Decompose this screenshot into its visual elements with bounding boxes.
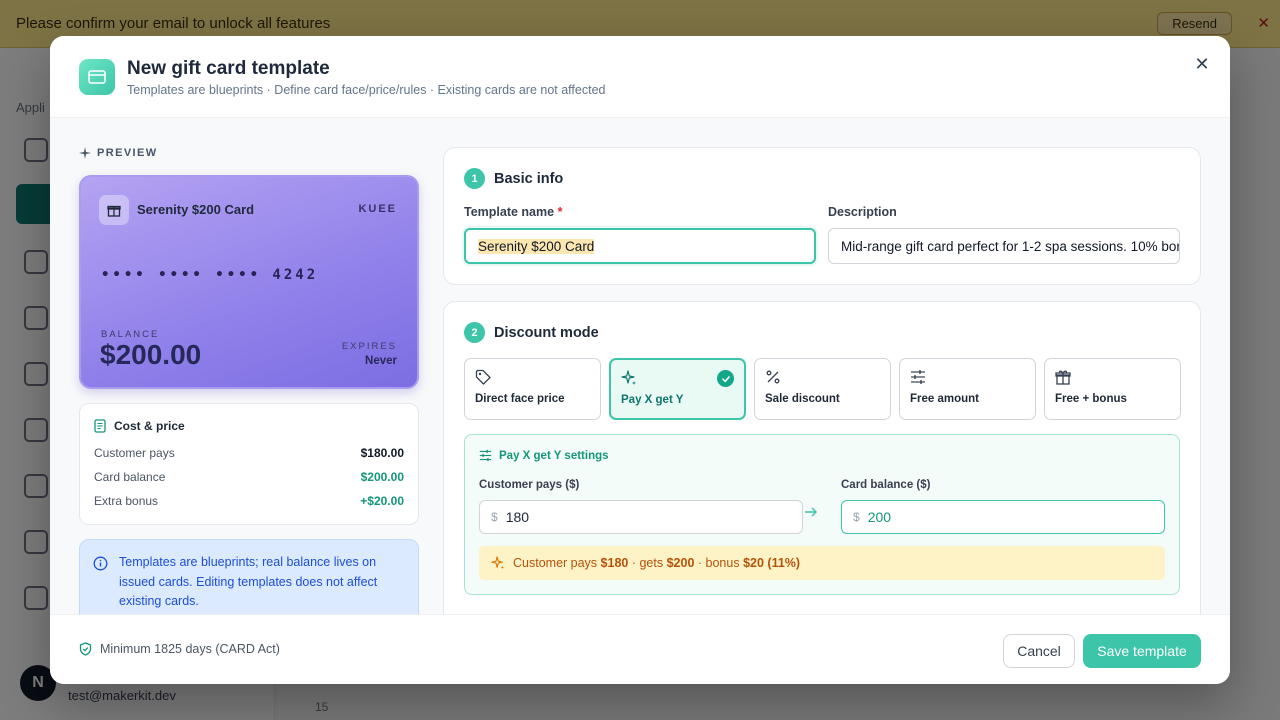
sparkles-icon [79, 147, 91, 159]
receipt-icon [94, 419, 106, 433]
customer-pays-label: Customer pays ($) [479, 479, 580, 491]
check-icon [717, 370, 734, 387]
gift-card-template-dialog: New gift card template Templates are blu… [50, 36, 1230, 684]
dialog-header: New gift card template Templates are blu… [50, 36, 1230, 118]
cost-row: Customer pays $180.00 [94, 446, 404, 460]
save-template-button[interactable]: Save template [1083, 634, 1201, 668]
cost-row: Extra bonus +$20.00 [94, 494, 404, 508]
discount-mode-options: Direct face price Pay X get Y Sale disco… [464, 358, 1181, 420]
mode-free-amount[interactable]: Free amount [899, 358, 1036, 420]
card-brand: KUEE [358, 203, 397, 215]
info-callout: Templates are blueprints; real balance l… [79, 539, 419, 614]
settings-title: Pay X get Y settings [479, 449, 609, 462]
card-balance-label: Card balance ($) [841, 479, 931, 491]
mode-direct-face-price[interactable]: Direct face price [464, 358, 601, 420]
gift-card-preview: Serenity $200 Card KUEE •••• •••• •••• 4… [79, 175, 419, 389]
sparkles-icon [621, 370, 636, 385]
dialog-subtitle: Templates are blueprints · Define card f… [127, 83, 606, 97]
shield-check-icon [79, 642, 92, 656]
sliders-icon [479, 449, 492, 462]
section-header: 2 Discount mode [464, 322, 599, 343]
currency-symbol: $ [491, 510, 498, 524]
mode-sale-discount[interactable]: Sale discount [754, 358, 891, 420]
pay-x-get-y-settings: Pay X get Y settings Customer pays ($) $… [464, 434, 1180, 595]
section-header: 1 Basic info [464, 168, 563, 189]
dialog-title: New gift card template [127, 58, 330, 79]
close-icon[interactable]: ✕ [1190, 52, 1214, 76]
expires-label: EXPIRES [341, 341, 397, 352]
customer-pays-input[interactable]: $ 180 [479, 500, 803, 534]
card-name: Serenity $200 Card [137, 202, 255, 217]
card-expires: Never [365, 355, 397, 367]
section-title: Discount mode [494, 324, 599, 341]
mode-pay-x-get-y[interactable]: Pay X get Y [609, 358, 746, 420]
credit-card-icon [79, 59, 115, 95]
tag-icon [475, 369, 491, 385]
cost-title: Cost & price [94, 419, 185, 433]
dialog-body: PREVIEW Serenity $200 Card KUEE •••• •••… [50, 118, 1230, 614]
card-balance-value: 200 [867, 509, 892, 525]
dialog-footer: Minimum 1825 days (CARD Act) Cancel Save… [50, 614, 1230, 684]
discount-mode-section: 2 Discount mode Direct face price Pay X … [443, 301, 1201, 614]
arrow-right-icon [804, 505, 818, 522]
gift-icon [99, 195, 129, 225]
sliders-icon [911, 370, 925, 384]
step-number: 1 [464, 168, 485, 189]
compliance-note: Minimum 1825 days (CARD Act) [79, 642, 280, 656]
card-balance: $200.00 [100, 339, 202, 370]
cost-row: Card balance $200.00 [94, 470, 404, 484]
cost-price-panel: Cost & price Customer pays $180.00 Card … [79, 403, 419, 525]
description-label: Description [828, 205, 897, 219]
currency-symbol: $ [853, 510, 860, 524]
info-icon [93, 556, 108, 571]
card-number: •••• •••• •••• 4242 [101, 267, 319, 283]
description-input[interactable]: Mid-range gift card perfect for 1-2 spa … [828, 228, 1180, 264]
card-balance-input[interactable]: $ 200 [841, 500, 1165, 534]
percent-icon [766, 370, 780, 384]
template-name-label: Template name * [464, 205, 563, 219]
section-title: Basic info [494, 170, 564, 187]
sparkles-icon [491, 556, 505, 570]
mode-free-plus-bonus[interactable]: Free + bonus [1044, 358, 1181, 420]
gift-icon [1055, 370, 1071, 385]
pricing-summary: Customer pays $180 · gets $200 · bonus $… [479, 546, 1165, 580]
info-text: Templates are blueprints; real balance l… [119, 555, 378, 608]
cancel-button[interactable]: Cancel [1003, 634, 1075, 668]
template-name-input[interactable]: Serenity $200 Card [464, 228, 816, 264]
basic-info-section: 1 Basic info Template name * Serenity $2… [443, 147, 1201, 285]
step-number: 2 [464, 322, 485, 343]
customer-pays-value: 180 [505, 509, 530, 525]
preview-label: PREVIEW [79, 147, 158, 159]
